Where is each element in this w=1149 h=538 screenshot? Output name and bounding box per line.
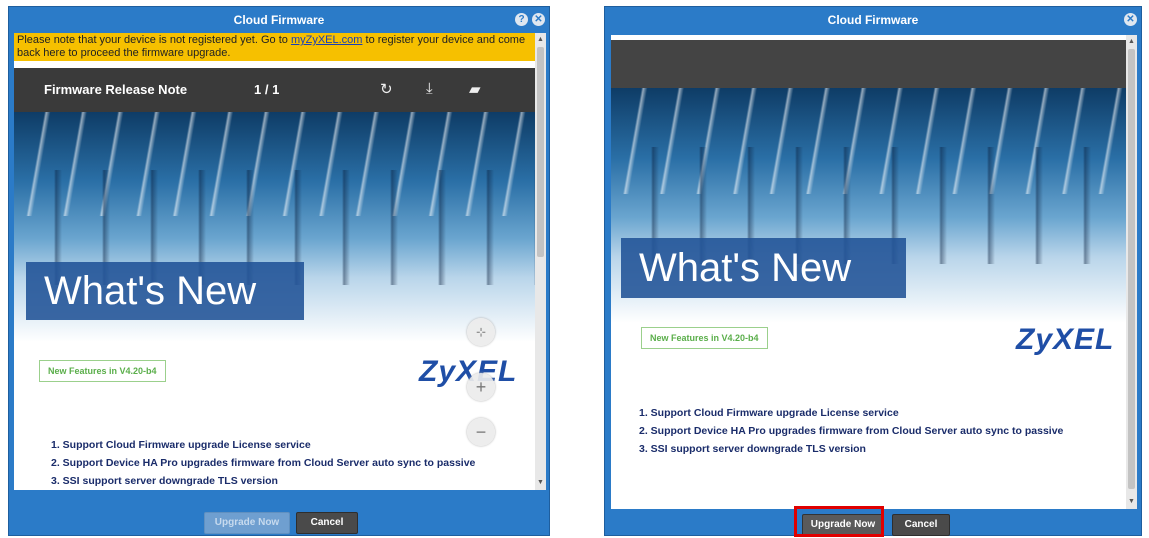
print-icon[interactable]: ▰ — [469, 80, 481, 98]
close-icon[interactable]: ✕ — [532, 13, 545, 26]
whats-new-banner: What's New — [611, 88, 1137, 323]
vertical-scrollbar[interactable]: ▲ ▼ — [535, 33, 546, 490]
rotate-icon[interactable]: ↻ — [380, 80, 393, 98]
release-note-viewport: What's New New Features in V4.20-b4 ZyXE… — [611, 35, 1137, 509]
cancel-button[interactable]: Cancel — [296, 512, 358, 534]
feature-list: 1. Support Cloud Firmware upgrade Licens… — [51, 436, 475, 490]
feature-list: 1. Support Cloud Firmware upgrade Licens… — [639, 404, 1063, 458]
scroll-thumb[interactable] — [1128, 49, 1135, 489]
scroll-up-icon[interactable]: ▲ — [535, 35, 546, 45]
feature-item: 1. Support Cloud Firmware upgrade Licens… — [51, 439, 311, 451]
upgrade-now-button[interactable]: Upgrade Now — [204, 512, 290, 534]
cancel-button[interactable]: Cancel — [892, 514, 950, 536]
upgrade-now-highlight — [794, 506, 884, 537]
vertical-scrollbar[interactable]: ▲ ▼ — [1126, 35, 1137, 509]
help-icon[interactable]: ? — [515, 13, 528, 26]
feature-item: 2. Support Device HA Pro upgrades firmwa… — [51, 457, 476, 469]
download-icon[interactable]: ⤓ — [426, 80, 433, 97]
zoom-out-icon[interactable]: − — [467, 418, 495, 446]
close-icon[interactable]: ✕ — [1124, 13, 1137, 26]
release-note-viewport: Please note that your device is not regi… — [14, 33, 546, 490]
left-cloud-firmware-dialog: Cloud Firmware ? ✕ Please note that your… — [8, 6, 550, 536]
feature-item: 3. SSI support server downgrade TLS vers… — [639, 443, 866, 455]
myzyxel-link[interactable]: myZyXEL.com — [291, 34, 363, 46]
page-indicator: 1 / 1 — [254, 82, 280, 97]
zoom-in-icon[interactable]: + — [467, 373, 495, 401]
right-cloud-firmware-dialog: Cloud Firmware ✕ What's New New Features… — [604, 6, 1142, 537]
new-features-label: New Features in V4.20-b4 — [641, 327, 768, 349]
feature-item: 1. Support Cloud Firmware upgrade Licens… — [639, 407, 899, 419]
scroll-down-icon[interactable]: ▼ — [1126, 497, 1137, 507]
scroll-down-icon[interactable]: ▼ — [535, 478, 546, 488]
pdf-title: Firmware Release Note — [44, 82, 188, 97]
dialog-title: Cloud Firmware — [233, 13, 325, 27]
dialog-title: Cloud Firmware — [827, 13, 919, 27]
feature-item: 3. SSI support server downgrade TLS vers… — [51, 475, 278, 487]
new-features-label: New Features in V4.20-b4 — [39, 360, 166, 382]
scroll-thumb[interactable] — [537, 47, 544, 257]
whats-new-banner: What's New — [14, 112, 546, 342]
scroll-up-icon[interactable]: ▲ — [1126, 37, 1137, 47]
whats-new-heading: What's New — [26, 262, 304, 320]
pdf-toolbar: Firmware Release Note 1 / 1 ↻ ⤓ ▰ — [14, 68, 546, 112]
notice-text-before: Please note that your device is not regi… — [17, 34, 291, 46]
feature-item: 2. Support Device HA Pro upgrades firmwa… — [639, 425, 1064, 437]
pdf-toolbar — [611, 40, 1137, 88]
zyxel-logo: ZyXEL — [1016, 323, 1115, 356]
fit-page-icon[interactable]: ⊹ — [467, 318, 495, 346]
whats-new-heading: What's New — [621, 238, 906, 298]
registration-notice: Please note that your device is not regi… — [14, 33, 546, 61]
